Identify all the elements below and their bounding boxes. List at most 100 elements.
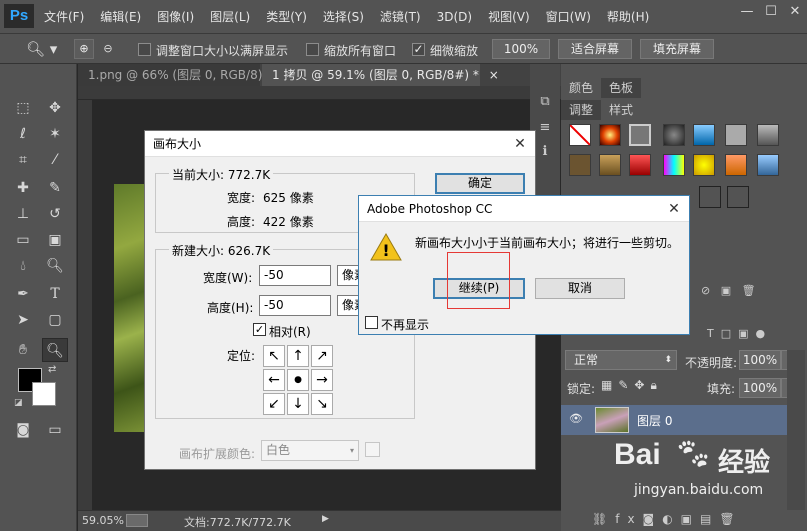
tab-1-copy-close-icon[interactable]: × — [489, 68, 499, 82]
menu-edit[interactable]: 编辑(E) — [100, 0, 141, 34]
fill-screen-button[interactable]: 填充屏幕 — [640, 39, 714, 59]
clone-stamp-icon[interactable]: ⊥ — [10, 202, 36, 226]
menu-file[interactable]: 文件(F) — [44, 0, 84, 34]
alert-close-icon[interactable]: ✕ — [659, 196, 689, 222]
type-tool-icon[interactable]: T — [42, 282, 68, 306]
opacity-input[interactable]: 100% — [739, 350, 781, 370]
anchor-w-icon[interactable]: ← — [263, 369, 285, 391]
pen-tool-icon[interactable]: ✒ — [10, 282, 36, 306]
menu-layer[interactable]: 图层(L) — [210, 0, 250, 34]
ext-color-swatch[interactable] — [365, 442, 380, 457]
new-width-input[interactable]: -50 — [259, 265, 331, 286]
background-color-swatch[interactable] — [32, 382, 56, 406]
fit-screen-button[interactable]: 适合屏幕 — [558, 39, 632, 59]
style-swatch-10[interactable] — [629, 154, 651, 176]
magic-wand-icon[interactable]: ✶ — [42, 122, 68, 146]
default-colors-icon[interactable]: ◪ — [14, 398, 26, 410]
tab-1-copy[interactable]: 1 拷贝 @ 59.1% (图层 0, RGB/8#) * × — [262, 64, 499, 86]
lock-icons[interactable]: ▦✎✥🔒︎ — [601, 378, 697, 393]
style-swatch-11[interactable] — [663, 154, 685, 176]
menu-view[interactable]: 视图(V) — [488, 0, 530, 34]
minimize-button[interactable]: — — [735, 0, 759, 24]
zoom-100-button[interactable]: 100% — [492, 39, 550, 59]
menu-filter[interactable]: 滤镜(T) — [380, 0, 421, 34]
close-window-button[interactable]: ✕ — [783, 0, 807, 24]
restore-button[interactable]: ☐ — [759, 0, 783, 24]
style-swatch-2[interactable] — [599, 124, 621, 146]
fit-window-checkbox[interactable] — [138, 43, 151, 56]
menu-image[interactable]: 图像(I) — [157, 0, 194, 34]
layer-filter-icons[interactable]: T □ ▣ ● — [707, 327, 803, 340]
history-panel-icon[interactable]: ⧉ — [536, 94, 554, 112]
anchor-s-icon[interactable]: ↓ — [287, 393, 309, 415]
blur-tool-icon[interactable]: 💧︎ — [10, 254, 36, 278]
tab-styles[interactable]: 样式 — [601, 100, 642, 120]
style-swatch-8[interactable] — [569, 154, 591, 176]
new-height-input[interactable]: -50 — [259, 295, 331, 316]
properties-panel-icon[interactable]: ≡ — [536, 120, 554, 138]
style-swatch-7[interactable] — [757, 124, 779, 146]
anchor-se-icon[interactable]: ↘ — [311, 393, 333, 415]
anchor-center-icon[interactable]: ● — [287, 369, 309, 391]
anchor-ne-icon[interactable]: ↗ — [311, 345, 333, 367]
lasso-tool-icon[interactable]: ℓ — [10, 122, 36, 146]
scrubby-zoom-checkbox[interactable] — [412, 43, 425, 56]
style-swatch-15[interactable] — [699, 186, 721, 208]
menu-help[interactable]: 帮助(H) — [607, 0, 649, 34]
eyedropper-icon[interactable]: ⁄ — [42, 148, 68, 172]
tab-swatches[interactable]: 色板 — [601, 78, 642, 98]
style-swatch-3[interactable] — [629, 124, 651, 146]
layer-name[interactable]: 图层 0 — [637, 412, 672, 429]
fill-input[interactable]: 100% — [739, 378, 781, 398]
cancel-button[interactable]: 取消 — [535, 278, 625, 299]
blend-mode-select[interactable]: 正常 ⬍ — [565, 350, 677, 370]
anchor-nw-icon[interactable]: ↖ — [263, 345, 285, 367]
zoom-level[interactable]: 59.05% — [82, 514, 124, 527]
canvas-dialog-close-icon[interactable]: ✕ — [505, 131, 535, 157]
layer-row[interactable]: 👁︎ 图层 0 — [561, 405, 787, 435]
eraser-tool-icon[interactable]: ▭ — [10, 228, 36, 252]
ext-color-select[interactable]: 白色 ▾ — [261, 440, 359, 461]
swap-colors-icon[interactable]: ⇄ — [48, 364, 60, 376]
style-swatch-14[interactable] — [757, 154, 779, 176]
tab-1png[interactable]: 1.png @ 66% (图层 0, RGB/8) × — [78, 64, 282, 86]
zoom-tool-preset-icon[interactable]: 🔍︎ ▾ — [26, 39, 64, 59]
style-swatch-5[interactable] — [693, 124, 715, 146]
style-swatch-16[interactable] — [727, 186, 749, 208]
style-swatch-6[interactable] — [725, 124, 747, 146]
info-panel-icon[interactable]: ℹ — [536, 144, 554, 162]
crop-tool-icon[interactable]: ⌗ — [10, 148, 36, 172]
status-menu-arrow-icon[interactable]: ▶ — [322, 514, 329, 524]
menu-select[interactable]: 选择(S) — [323, 0, 364, 34]
healing-brush-icon[interactable]: ✚ — [10, 176, 36, 200]
menu-window[interactable]: 窗口(W) — [546, 0, 591, 34]
move-tool-icon[interactable]: ✥ — [42, 96, 68, 120]
style-swatch-13[interactable] — [725, 154, 747, 176]
zoom-tool-icon[interactable]: 🔍︎ — [42, 338, 68, 362]
screen-mode-icon[interactable]: ▭ — [42, 418, 68, 442]
history-brush-icon[interactable]: ↺ — [42, 202, 68, 226]
anchor-n-icon[interactable]: ↑ — [287, 345, 309, 367]
menu-type[interactable]: 类型(Y) — [266, 0, 307, 34]
relative-checkbox[interactable]: ✓ — [253, 323, 266, 336]
menu-3d[interactable]: 3D(D) — [437, 0, 472, 34]
dont-show-checkbox[interactable] — [365, 316, 378, 329]
brush-tool-icon[interactable]: ✎ — [42, 176, 68, 200]
visibility-eye-icon[interactable]: 👁︎ — [569, 412, 583, 426]
quick-mask-icon[interactable]: ◙ — [10, 418, 36, 442]
rectangle-tool-icon[interactable]: ▢ — [42, 308, 68, 332]
style-swatch-9[interactable] — [599, 154, 621, 176]
style-swatch-12[interactable] — [693, 154, 715, 176]
anchor-sw-icon[interactable]: ↙ — [263, 393, 285, 415]
zoom-out-icon[interactable]: ⊖ — [98, 39, 118, 59]
layers-bottom-icons[interactable]: ⛓fx◙◐▣▤🗑︎ — [592, 512, 782, 528]
zoom-in-icon[interactable]: ⊕ — [74, 39, 94, 59]
gradient-tool-icon[interactable]: ▣ — [42, 228, 68, 252]
ok-button[interactable]: 确定 — [435, 173, 525, 194]
style-swatch-none[interactable] — [569, 124, 591, 146]
anchor-e-icon[interactable]: → — [311, 369, 333, 391]
zoom-all-checkbox[interactable] — [306, 43, 319, 56]
tab-color[interactable]: 颜色 — [561, 78, 602, 98]
tab-adjustments[interactable]: 调整 — [561, 100, 602, 120]
style-swatch-4[interactable] — [663, 124, 685, 146]
